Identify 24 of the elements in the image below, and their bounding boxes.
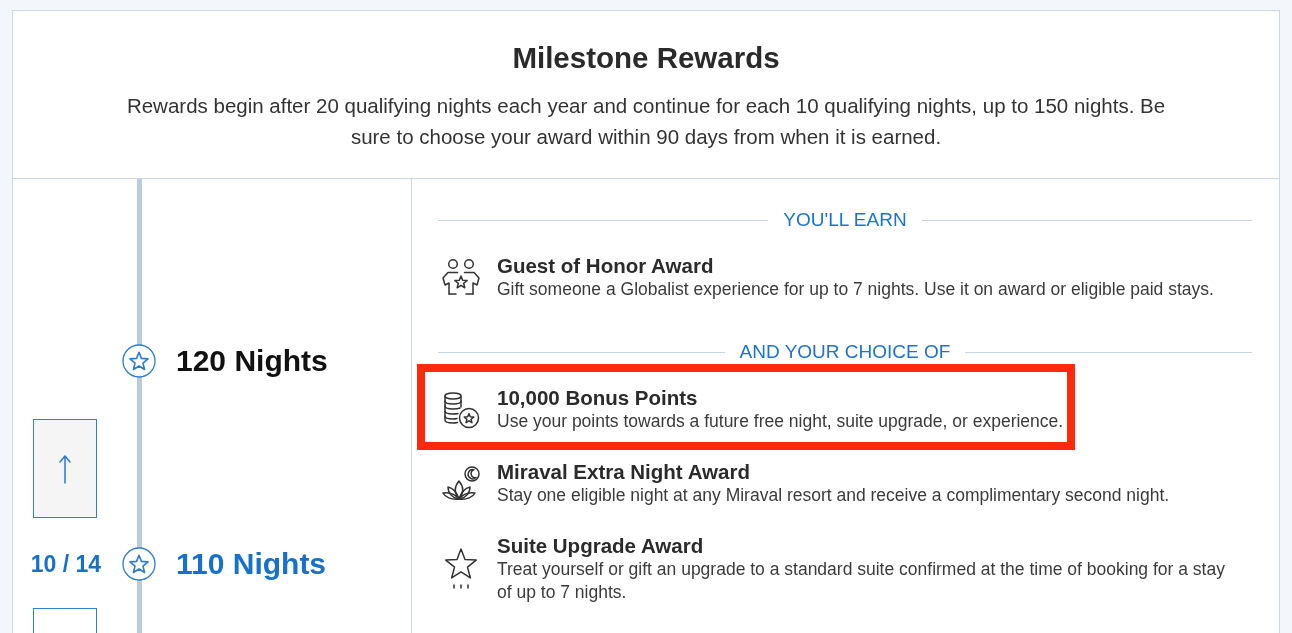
- page-counter: 10 / 14: [30, 550, 102, 578]
- milestone-link[interactable]: 110 Nights: [176, 545, 327, 583]
- milestone-link[interactable]: 120 Nights: [176, 342, 328, 380]
- award-title: 10,000 Bonus Points: [497, 386, 699, 410]
- award-description: Stay one eligible night at any Miraval resort and receive a complimentary second night.: [497, 484, 1170, 507]
- page-title: Milestone Rewards: [512, 40, 780, 76]
- intro-text: Rewards begin after 20 qualifying nights each year and continue for each 10 qualifying nights, up to 150 nights. Be sure to choose your award within 90 days from when it is earned.: [125, 93, 1167, 150]
- section-heading: YOU'LL EARN: [783, 208, 907, 232]
- star-circle-icon: [122, 344, 156, 378]
- scroll-up-button[interactable]: [33, 419, 97, 518]
- people-star-icon: [442, 257, 480, 298]
- section-heading: AND YOUR CHOICE OF: [739, 340, 951, 364]
- award-title: Guest of Honor Award: [497, 254, 715, 278]
- award-title: Suite Upgrade Award: [497, 534, 705, 558]
- award-description: Use your points towards a future free night, suite upgrade, or experience.: [497, 410, 1064, 433]
- star-circle-icon: [122, 547, 156, 581]
- nav-button[interactable]: [33, 608, 97, 633]
- award-title: Miraval Extra Night Award: [497, 460, 751, 484]
- award-description: Treat yourself or gift an upgrade to a standard suite confirmed at the time of booking for a stay of up to 7 nights.: [497, 558, 1226, 604]
- coins-star-icon: [442, 390, 480, 429]
- up-arrow-icon: [59, 453, 71, 484]
- award-description: Gift someone a Globalist experience for up to 7 nights. Use it on award or eligible paid stays.: [497, 278, 1214, 301]
- lotus-moon-icon: [442, 465, 480, 502]
- star-icon: [442, 548, 480, 590]
